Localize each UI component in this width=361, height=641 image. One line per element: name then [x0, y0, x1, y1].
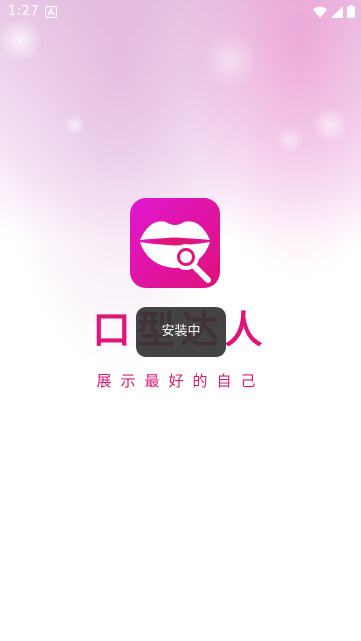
cellular-signal-icon [331, 5, 343, 18]
install-toast: 安装中 [136, 307, 226, 357]
lips-microphone-icon [140, 221, 211, 283]
app-store-icon [45, 6, 57, 18]
status-bar: 1:27 [0, 0, 361, 24]
wifi-icon [313, 6, 327, 18]
app-slogan: 展示最好的自己 [96, 372, 265, 390]
app-logo [130, 198, 220, 288]
status-time: 1:27 [8, 4, 40, 19]
battery-icon [347, 5, 355, 18]
status-icons [313, 5, 355, 18]
